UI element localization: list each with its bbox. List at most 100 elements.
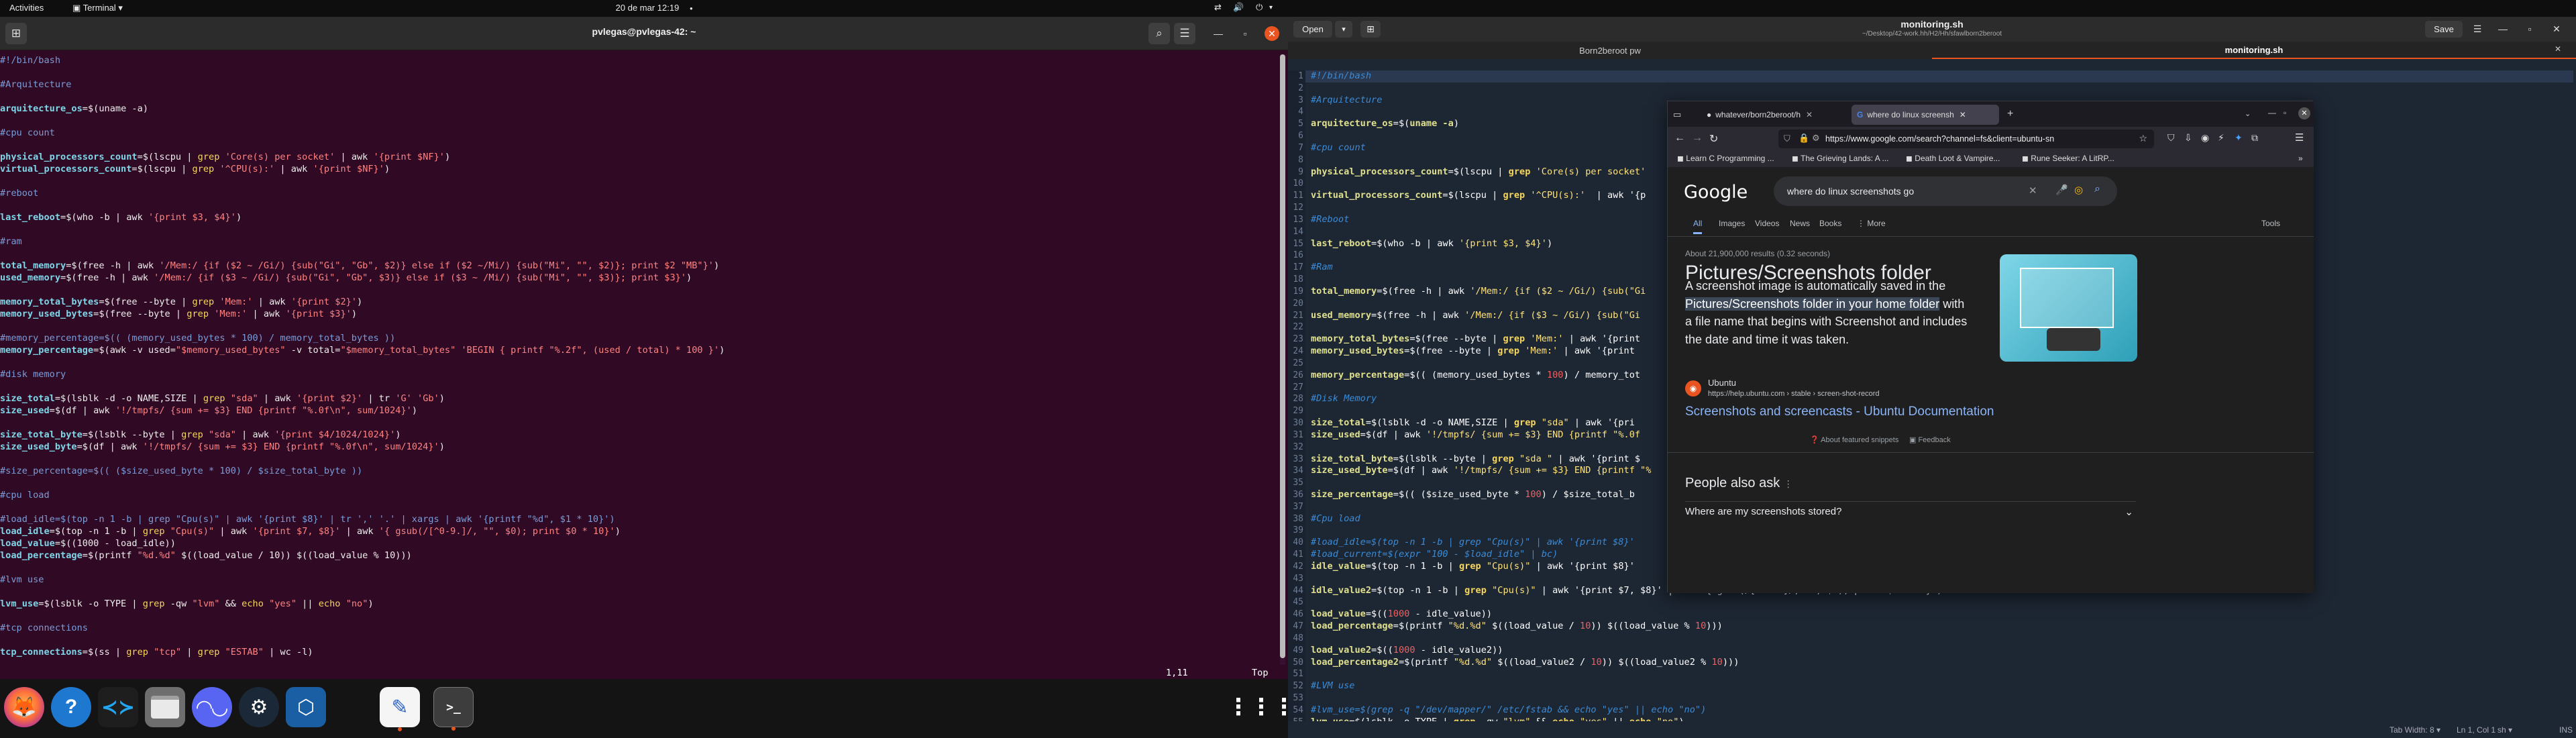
code-line[interactable] — [0, 610, 1278, 622]
gtab-images[interactable]: Images — [1719, 219, 1745, 228]
code-line[interactable] — [0, 477, 1278, 489]
code-line[interactable] — [0, 501, 1278, 513]
code-line[interactable] — [0, 91, 1278, 103]
code-line[interactable]: #size_percentage=$(( ($size_used_byte * … — [0, 465, 1278, 477]
cursor-position[interactable]: Ln 1, Col 1 — [2457, 725, 2496, 735]
insert-mode[interactable]: INS — [2559, 725, 2573, 735]
code-line[interactable]: #lvm_use=$(grep -q "/dev/mapper/" /etc/f… — [1305, 704, 2573, 717]
code-line[interactable]: #cpu load — [0, 489, 1278, 501]
tab-github[interactable]: ● whatever/born2beroot/h ✕ — [1701, 105, 1849, 125]
code-line[interactable]: used_memory=$(free -h | awk '/Mem:/ {if … — [0, 272, 1278, 284]
activities-button[interactable]: Activities — [9, 3, 44, 13]
screenshot-thumbnail-image[interactable] — [2000, 254, 2137, 362]
code-line[interactable] — [0, 562, 1278, 574]
pocket-icon[interactable]: ⛉ — [2167, 132, 2175, 144]
code-line[interactable]: #reboot — [0, 187, 1278, 199]
ff-minimize-icon[interactable]: — — [2268, 108, 2276, 117]
feedback-link[interactable]: ▣ Feedback — [1909, 435, 1951, 444]
lens-icon[interactable]: ◎ — [2074, 184, 2083, 196]
code-line[interactable]: size_used=$(df | awk '!/tmpfs/ {sum += $… — [0, 405, 1278, 417]
tracking-shield-icon[interactable]: ⛉ — [1784, 134, 1790, 144]
more-bookmarks-icon[interactable]: » — [2298, 154, 2303, 163]
search-submit-icon[interactable]: ⌕ — [2094, 183, 2100, 195]
app-grid-icon[interactable]: ⋮⋮⋮ — [1227, 687, 1295, 727]
bookmark-item[interactable]: ◼ Death Loot & Vampire... — [1906, 154, 2000, 163]
code-line[interactable]: #!/bin/bash — [0, 54, 1278, 66]
more-options-icon[interactable]: ⋮ — [1784, 478, 1793, 489]
steam-icon[interactable]: ⚙ — [239, 687, 279, 727]
code-line[interactable]: memory_percentage=$(awk -v used="$memory… — [0, 344, 1278, 356]
vscode-icon[interactable]: ≺≻ — [98, 687, 138, 727]
tab-google-search[interactable]: Gwhere do linux screensh ✕ — [1851, 105, 1999, 125]
tab-close-icon[interactable]: ✕ — [1960, 110, 1966, 119]
code-line[interactable] — [1305, 633, 2573, 645]
code-line[interactable]: virtual_processors_count=$(lscpu | grep … — [0, 163, 1278, 175]
gtab-news[interactable]: News — [1790, 219, 1810, 228]
code-line[interactable]: #lvm use — [0, 574, 1278, 586]
code-line[interactable] — [0, 66, 1278, 78]
google-logo[interactable]: Google — [1684, 182, 1748, 203]
code-line[interactable] — [0, 417, 1278, 429]
permissions-icon[interactable]: ⚙ — [1812, 133, 1820, 144]
files-icon[interactable] — [145, 687, 185, 727]
code-line[interactable]: #!/bin/bash — [1305, 70, 2573, 83]
new-tab-icon[interactable]: + — [2007, 108, 2013, 120]
code-line[interactable] — [0, 284, 1278, 296]
scrollbar-thumb[interactable] — [1280, 54, 1285, 658]
code-line[interactable]: #tcp connections — [0, 622, 1278, 634]
maximize-button[interactable]: ▫ — [1238, 26, 1252, 41]
gtab-all[interactable]: All — [1693, 219, 1703, 234]
code-line[interactable] — [0, 356, 1278, 368]
app-menu-icon[interactable]: ☰ — [2295, 131, 2304, 144]
editor-minimize-button[interactable]: — — [2496, 21, 2510, 36]
extension-icon[interactable]: ⚡ — [2218, 132, 2224, 144]
tab-close-icon[interactable]: ✕ — [2555, 44, 2561, 54]
bookmark-star-icon[interactable]: ☆ — [2139, 133, 2147, 144]
back-icon[interactable]: ← — [1674, 132, 1685, 144]
code-line[interactable]: #LVM use — [1305, 680, 2573, 692]
search-input[interactable]: where do linux screenshots go ✕ 🎤 ◎ ⌕ — [1774, 176, 2117, 206]
result-link[interactable]: Screenshots and screencasts - Ubuntu Doc… — [1685, 405, 1994, 419]
code-line[interactable]: #memory_percentage=$(( (memory_used_byte… — [0, 332, 1278, 344]
code-line[interactable] — [0, 248, 1278, 260]
url-bar[interactable]: ⛉ 🔒 ⚙ https://www.google.com/search?chan… — [1778, 129, 2154, 148]
editor-maximize-button[interactable]: ▫ — [2522, 21, 2537, 36]
code-line[interactable] — [0, 380, 1278, 392]
gtab-tools[interactable]: Tools — [2261, 219, 2280, 228]
firefox-window[interactable]: ▭ ● whatever/born2beroot/h ✕ Gwhere do lin… — [1667, 101, 2314, 593]
tab-close-icon[interactable]: ✕ — [1806, 110, 1813, 119]
code-line[interactable]: load_percentage=$(printf "%d.%d" $((load… — [1305, 621, 2573, 633]
terminal-window[interactable]: ⊞ pvlegas@pvlegas-42: ~ ⌕ ☰ — ▫ ✕ #!/bin… — [0, 17, 1288, 679]
list-tabs-icon[interactable]: ⌄ — [2245, 109, 2251, 118]
code-line[interactable]: load_percentage=$(printf "%d.%d" $((load… — [0, 549, 1278, 562]
help-icon[interactable]: ? — [51, 687, 91, 727]
bookmark-item[interactable]: ◼ The Grieving Lands: A ... — [1792, 154, 1889, 163]
code-line[interactable]: #Arquitecture — [0, 78, 1278, 91]
text-editor-icon[interactable]: ✎ — [380, 687, 420, 731]
code-line[interactable]: size_used_byte=$(df | awk '!/tmpfs/ {sum… — [0, 441, 1278, 453]
code-line[interactable] — [0, 634, 1278, 646]
firefox-view-icon[interactable]: ▭ — [1673, 109, 1681, 120]
tab-born2beroot-pw[interactable]: Born2beroot pw — [1288, 42, 1932, 59]
extension-icon[interactable]: ✦ — [2235, 132, 2243, 144]
virtualbox-icon[interactable]: ⬡ — [286, 687, 326, 727]
code-line[interactable] — [0, 453, 1278, 465]
code-line[interactable]: #load_idle=$(top -n 1 -b | grep "Cpu(s)"… — [0, 513, 1278, 525]
code-line[interactable] — [1305, 596, 2573, 609]
code-line[interactable]: #cpu count — [0, 127, 1278, 139]
code-line[interactable]: last_reboot=$(who -b | awk '{print $3, $… — [0, 211, 1278, 223]
code-line[interactable]: tcp_connections=$(ss | grep "tcp" | grep… — [0, 646, 1278, 658]
account-icon[interactable]: ◉ — [2201, 132, 2209, 144]
reload-icon[interactable]: ↻ — [1709, 132, 1718, 146]
bookmark-item[interactable]: ◼ Learn C Programming ... — [1677, 154, 1774, 163]
editor-menu-button[interactable]: ☰ — [2470, 21, 2485, 36]
code-line[interactable] — [0, 223, 1278, 235]
code-line[interactable]: load_value=$((1000 - load_idle)) — [0, 537, 1278, 549]
code-line[interactable]: load_percentage2=$(printf "%d.%d" $((loa… — [1305, 657, 2573, 669]
minimize-button[interactable]: — — [1211, 26, 1226, 41]
extensions-puzzle-icon[interactable]: ⧉ — [2251, 132, 2258, 144]
close-button[interactable]: ✕ — [1265, 26, 1279, 41]
code-line[interactable]: size_total_byte=$(lsblk --byte | grep "s… — [0, 429, 1278, 441]
code-line[interactable] — [1305, 83, 2573, 95]
bookmark-item[interactable]: ◼ Rune Seeker: A LitRP... — [2022, 154, 2114, 163]
